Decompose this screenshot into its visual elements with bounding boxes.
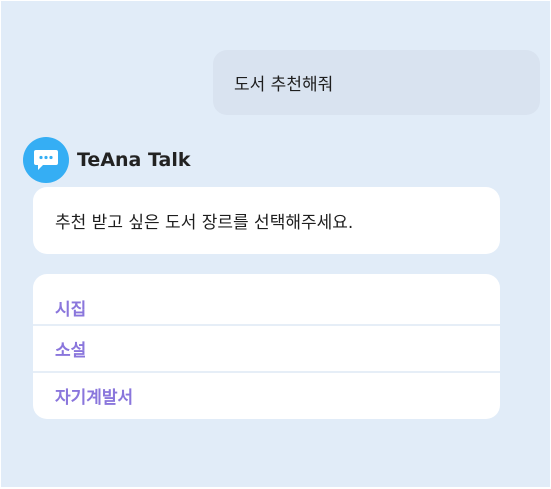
option-self-help[interactable]: 자기계발서 bbox=[33, 371, 500, 418]
option-label: 시집 bbox=[55, 299, 87, 320]
chat-screen: 도서 추천해줘 TeAna Talk 추천 받고 싶은 도서 장르를 선택해주세… bbox=[1, 1, 550, 487]
bot-avatar bbox=[23, 137, 69, 183]
option-label: 자기계발서 bbox=[55, 388, 134, 408]
bot-message-text: 추천 받고 싶은 도서 장르를 선택해주세요. bbox=[55, 213, 354, 233]
option-label: 소설 bbox=[55, 341, 87, 361]
chat-bubble-icon bbox=[34, 150, 58, 170]
bot-name: TeAna Talk bbox=[77, 149, 191, 171]
bot-header: TeAna Talk bbox=[23, 137, 190, 183]
option-poetry[interactable]: 시집 bbox=[33, 274, 500, 324]
user-message-text: 도서 추천해줘 bbox=[234, 75, 334, 95]
option-novel[interactable]: 소설 bbox=[33, 324, 500, 371]
bot-message-bubble: 추천 받고 싶은 도서 장르를 선택해주세요. bbox=[33, 187, 500, 254]
user-message-bubble: 도서 추천해줘 bbox=[213, 50, 540, 115]
genre-options-card: 시집 소설 자기계발서 bbox=[33, 274, 500, 419]
